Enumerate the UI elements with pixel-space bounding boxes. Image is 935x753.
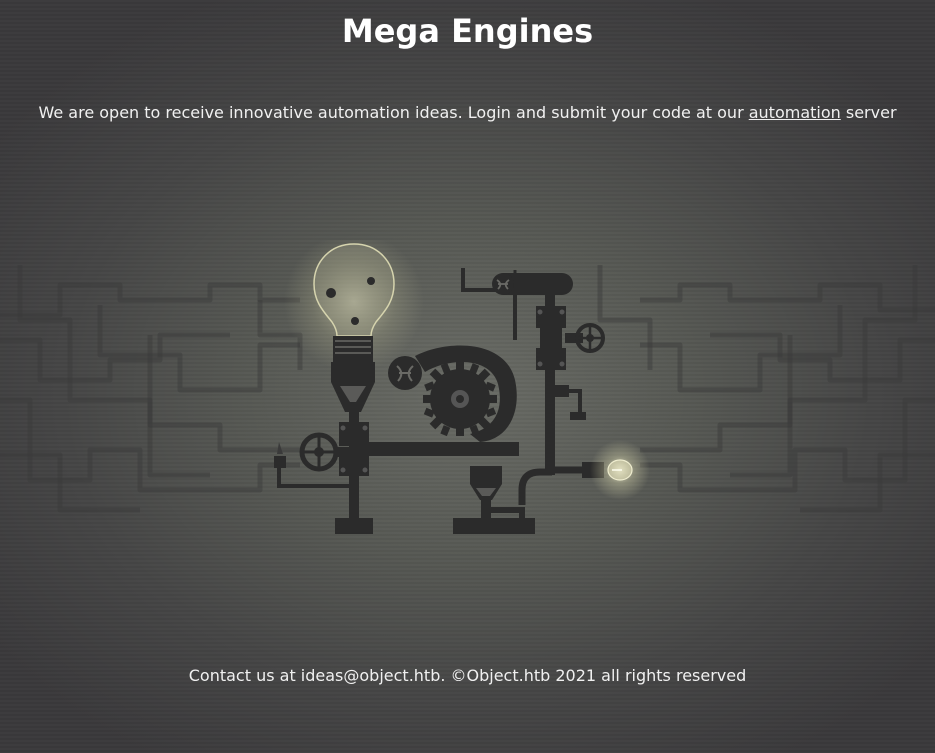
- big-gear-icon: [423, 362, 497, 437]
- top-fan-icon: [492, 273, 573, 295]
- main-pipe: [359, 442, 519, 456]
- page-title: Mega Engines: [341, 12, 594, 50]
- right-column: [536, 295, 586, 475]
- page: { "header": { "title": "Mega Engines" },…: [0, 0, 935, 753]
- footer-text: Contact us at ideas@object.htb. ©Object.…: [188, 666, 747, 685]
- right-valve-wheel-icon: [565, 323, 605, 353]
- intro-text-after: server: [840, 103, 897, 122]
- automation-link[interactable]: automation: [749, 103, 841, 122]
- intro-text: We are open to receive innovative automa…: [0, 103, 935, 123]
- steam-machine-illustration: [0, 240, 935, 534]
- intro-text-before: We are open to receive innovative automa…: [38, 103, 749, 122]
- small-bulb-icon: [607, 459, 633, 481]
